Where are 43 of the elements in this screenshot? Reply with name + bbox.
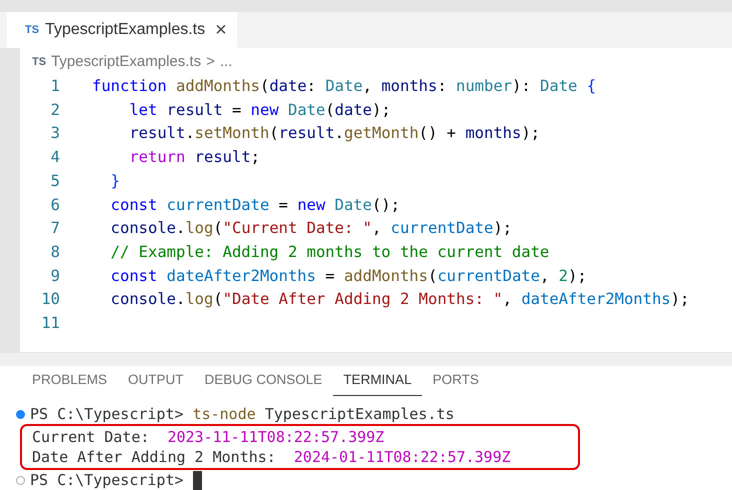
line-number: 11: [40, 313, 60, 334]
tab-title: TypescriptExamples.ts: [45, 20, 206, 40]
breadcrumb-more[interactable]: ...: [220, 50, 232, 74]
panel-tab[interactable]: PROBLEMS: [22, 366, 118, 396]
code-line: result.setMonth(result.getMonth() + months);: [128, 123, 540, 144]
code-line: // Example: Adding 2 months to the current date: [110, 242, 550, 263]
line-number: 8: [50, 242, 60, 263]
code-line: function addMonths(date: Date, months: number): Date {: [92, 76, 596, 97]
output-label: Current Date:: [32, 427, 150, 447]
typescript-file-icon: TS: [25, 22, 40, 38]
panel-tab[interactable]: OUTPUT: [118, 366, 194, 396]
output-value: 2023-11-11T08:22:57.399Z: [167, 427, 384, 447]
breadcrumb-separator: >: [206, 52, 215, 72]
terminal-argument: TypescriptExamples.ts: [264, 404, 454, 424]
code-line: console.log("Current Date: ", currentDate);: [110, 218, 512, 240]
close-icon[interactable]: ×: [215, 20, 227, 40]
panel-tab[interactable]: PORTS: [422, 366, 489, 396]
terminal-cursor: [192, 470, 202, 490]
code-line: let result = new Date(date);: [128, 100, 391, 121]
line-number: 4: [50, 147, 60, 168]
line-number: 7: [50, 218, 60, 240]
line-number: 3: [50, 123, 60, 144]
line-number: 5: [50, 170, 60, 192]
output-label: Date After Adding 2 Months:: [32, 447, 277, 467]
panel-tab[interactable]: TERMINAL: [333, 366, 422, 396]
code-line: const currentDate = new Date();: [110, 194, 400, 216]
panel-tab[interactable]: DEBUG CONSOLE: [194, 366, 332, 396]
line-number: 1: [50, 76, 60, 97]
output-value: 2024-01-11T08:22:57.399Z: [294, 447, 511, 467]
terminal-prompt: PS C:\Typescript>: [30, 470, 185, 490]
terminal-prompt: PS C:\Typescript>: [30, 404, 185, 424]
line-number: 2: [50, 100, 60, 121]
editor-tab[interactable]: TS TypescriptExamples.ts ×: [7, 12, 237, 48]
code-line: console.log("Date After Adding 2 Months: ", dateAfter2Months);: [110, 289, 690, 310]
code-line: }: [110, 170, 120, 192]
line-number: 10: [40, 289, 60, 310]
line-number: 6: [50, 194, 60, 216]
breadcrumb-file[interactable]: TypescriptExamples.ts: [51, 50, 202, 74]
line-number: 9: [50, 266, 60, 287]
terminal-command: ts-node: [192, 404, 257, 424]
typescript-file-icon: TS: [32, 54, 46, 70]
code-line: return result;: [128, 147, 260, 168]
code-line: const dateAfter2Months = addMonths(currentDate, 2);: [110, 266, 587, 287]
